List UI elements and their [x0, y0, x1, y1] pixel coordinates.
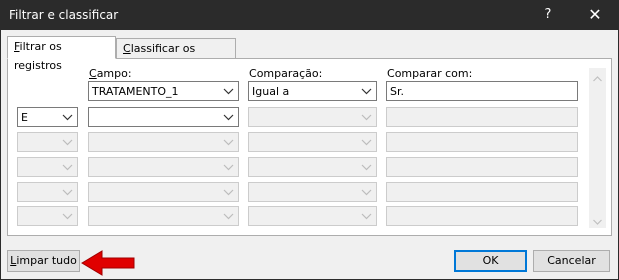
row-3-connector-select: [17, 132, 78, 152]
row-4-compare-with-input: [386, 157, 578, 177]
row-6-compare-with-input: [386, 206, 578, 226]
row-1-comparison-select[interactable]: Igual a: [248, 81, 377, 101]
row-2-compare-with-input: [386, 107, 578, 127]
chevron-down-icon: [358, 159, 375, 175]
chevron-down-icon: [358, 134, 375, 150]
row-4-field-select: [88, 157, 239, 177]
row-5-comparison-select: [248, 182, 377, 202]
row-3-comparison-select: [248, 132, 377, 152]
chevron-down-icon: [59, 184, 76, 200]
chevron-down-icon: [59, 159, 76, 175]
titlebar: Filtrar e classificar ? ✕: [1, 1, 618, 30]
filter-sort-dialog: Filtrar e classificar ? ✕ Filtrar os reg…: [0, 0, 619, 280]
chevron-down-icon[interactable]: [358, 83, 375, 99]
chevron-down-icon: [59, 208, 76, 224]
ok-button[interactable]: OK: [454, 250, 527, 272]
field-column-label: Campo:: [89, 67, 132, 80]
red-arrow-left-icon: [81, 250, 135, 276]
tab-filter-records[interactable]: Filtrar os registros: [7, 36, 116, 72]
close-button[interactable]: ✕: [573, 3, 617, 27]
row-5-field-select: [88, 182, 239, 202]
row-3-compare-with-input: [386, 132, 578, 152]
row-5-connector-select: [17, 182, 78, 202]
chevron-down-icon[interactable]: [593, 215, 602, 228]
vertical-scrollbar[interactable]: [589, 68, 606, 228]
chevron-down-icon: [59, 134, 76, 150]
row-6-field-select: [88, 206, 239, 226]
row-5-compare-with-input: [386, 182, 578, 202]
row-6-connector-select: [17, 206, 78, 226]
chevron-down-icon: [220, 208, 237, 224]
window-title: Filtrar e classificar: [9, 8, 119, 22]
row-2-field-select[interactable]: [88, 107, 239, 127]
chevron-down-icon[interactable]: [220, 83, 237, 99]
tab-sort-records[interactable]: Classificar os registros: [116, 38, 236, 74]
chevron-down-icon: [358, 208, 375, 224]
row-1-compare-with-input[interactable]: Sr.: [386, 81, 578, 101]
row-6-comparison-select: [248, 206, 377, 226]
chevron-down-icon[interactable]: [220, 109, 237, 125]
row-2-connector-select[interactable]: E: [17, 107, 78, 127]
chevron-down-icon[interactable]: [59, 109, 76, 125]
help-button[interactable]: ?: [533, 3, 563, 27]
row-3-field-select: [88, 132, 239, 152]
row-4-comparison-select: [248, 157, 377, 177]
chevron-down-icon: [220, 134, 237, 150]
chevron-up-icon[interactable]: [593, 72, 602, 85]
clear-all-button[interactable]: Limpar tudo: [7, 250, 80, 272]
chevron-down-icon: [220, 184, 237, 200]
row-2-comparison-select: [248, 107, 377, 127]
chevron-down-icon: [358, 184, 375, 200]
chevron-down-icon: [358, 109, 375, 125]
comparison-column-label: Comparação:: [249, 67, 323, 80]
row-4-connector-select: [17, 157, 78, 177]
compare-with-column-label: Comparar com:: [387, 67, 473, 80]
row-1-field-select[interactable]: TRATAMENTO_1: [88, 81, 239, 101]
cancel-button[interactable]: Cancelar: [533, 250, 610, 272]
chevron-down-icon: [220, 159, 237, 175]
